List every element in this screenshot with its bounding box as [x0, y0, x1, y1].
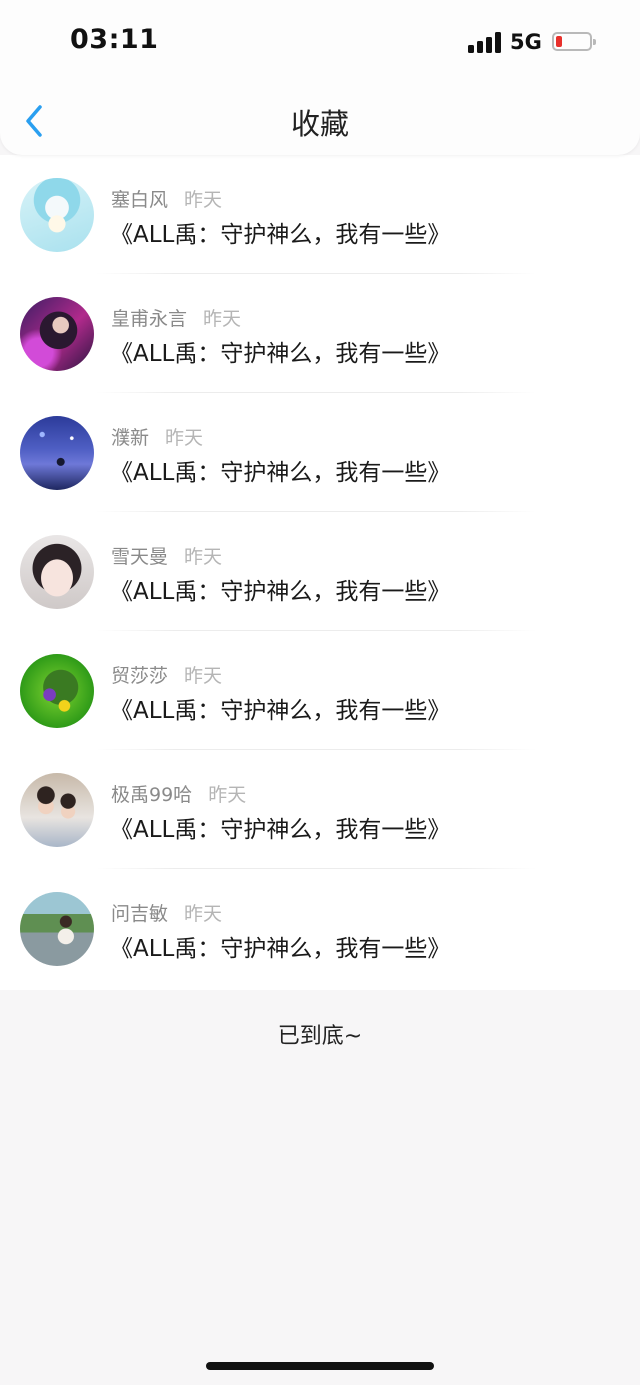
page-title: 收藏: [290, 107, 349, 141]
end-of-list-text: 已到底~: [277, 1024, 363, 1049]
username: 濮新: [111, 427, 150, 449]
username: 雪天曼: [111, 546, 169, 568]
favorites-list: 塞白风 昨天 《ALL禹：守护神么，我有一些》 皇甫永言 昨天 《ALL禹：守护神么…: [0, 155, 640, 990]
timestamp: 昨天: [208, 784, 247, 806]
timestamp: 昨天: [184, 903, 223, 925]
username: 皇甫永言: [111, 308, 188, 330]
top-bar: 03:11 5G 收藏: [0, 0, 640, 155]
list-item[interactable]: 极禹99哈 昨天 《ALL禹：守护神么，我有一些》: [0, 750, 640, 869]
avatar: [20, 654, 94, 728]
network-type: 5G: [510, 30, 542, 54]
item-title: 《ALL禹：守护神么，我有一些》: [110, 341, 451, 367]
avatar: [20, 535, 94, 609]
timestamp: 昨天: [165, 427, 204, 449]
timestamp: 昨天: [184, 189, 223, 211]
home-indicator[interactable]: [206, 1362, 434, 1370]
avatar: [20, 773, 94, 847]
avatar: [20, 297, 94, 371]
item-title: 《ALL禹：守护神么，我有一些》: [110, 460, 451, 486]
avatar: [20, 416, 94, 490]
list-item[interactable]: 濮新 昨天 《ALL禹：守护神么，我有一些》: [0, 393, 640, 512]
username: 问吉敏: [111, 903, 169, 925]
list-item[interactable]: 贸莎莎 昨天 《ALL禹：守护神么，我有一些》: [0, 631, 640, 750]
avatar: [20, 892, 94, 966]
battery-icon: [552, 32, 596, 51]
username: 塞白风: [111, 189, 169, 211]
item-title: 《ALL禹：守护神么，我有一些》: [110, 222, 451, 248]
list-item[interactable]: 塞白风 昨天 《ALL禹：守护神么，我有一些》: [0, 155, 640, 274]
timestamp: 昨天: [203, 308, 242, 330]
item-title: 《ALL禹：守护神么，我有一些》: [110, 936, 451, 962]
username: 贸莎莎: [111, 665, 169, 687]
list-item[interactable]: 雪天曼 昨天 《ALL禹：守护神么，我有一些》: [0, 512, 640, 631]
item-title: 《ALL禹：守护神么，我有一些》: [110, 817, 451, 843]
username: 极禹99哈: [111, 784, 193, 806]
status-time: 03:11: [70, 24, 159, 55]
timestamp: 昨天: [184, 665, 223, 687]
list-item[interactable]: 问吉敏 昨天 《ALL禹：守护神么，我有一些》: [0, 869, 640, 988]
list-item[interactable]: 皇甫永言 昨天 《ALL禹：守护神么，我有一些》: [0, 274, 640, 393]
timestamp: 昨天: [184, 546, 223, 568]
avatar: [20, 178, 94, 252]
signal-icon: [468, 31, 502, 53]
item-title: 《ALL禹：守护神么，我有一些》: [110, 698, 451, 724]
item-title: 《ALL禹：守护神么，我有一些》: [110, 579, 451, 605]
